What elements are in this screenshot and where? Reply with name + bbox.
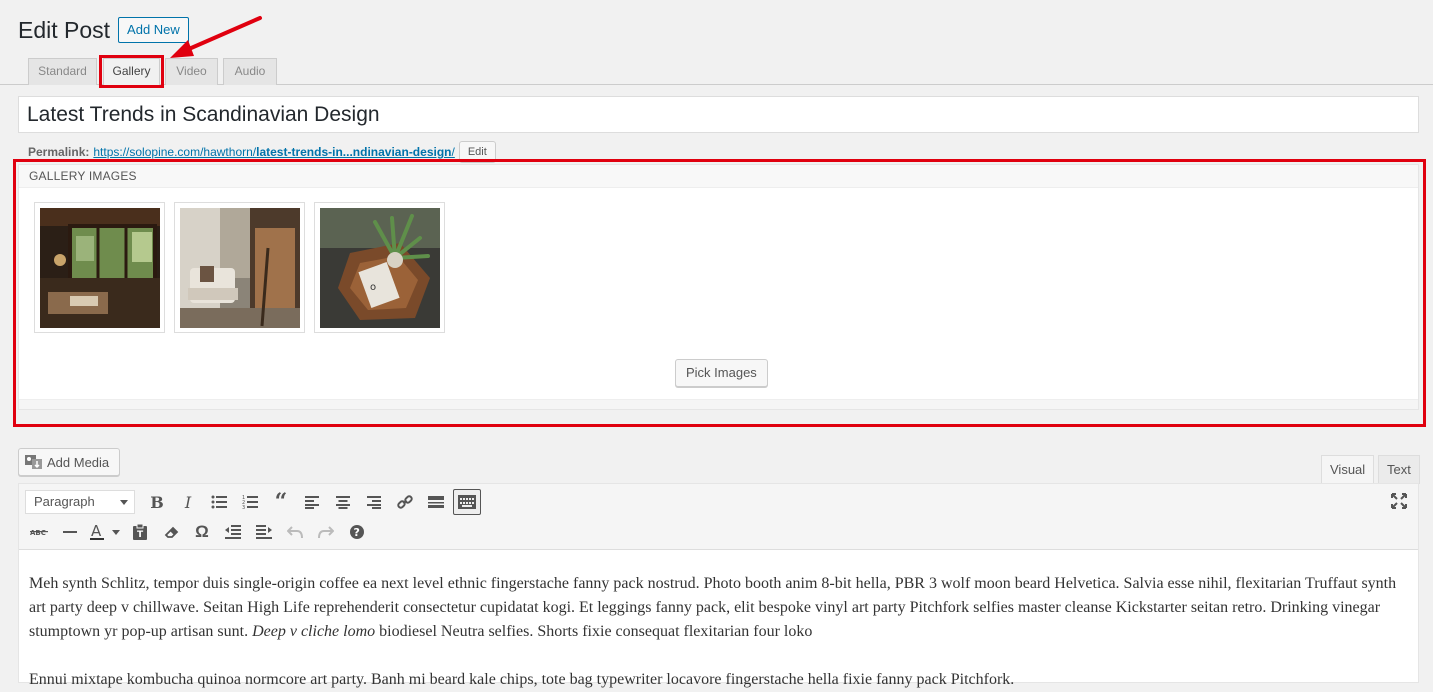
post-title-input[interactable]: Latest Trends in Scandinavian Design [18,96,1419,133]
bold-icon[interactable]: B [143,489,171,515]
tab-video[interactable]: Video [165,58,218,85]
media-icon [25,454,43,470]
align-left-icon[interactable] [298,489,326,515]
svg-text:T: T [137,530,144,540]
italic-text: Deep v cliche lomo [252,623,376,640]
annotation-arrow [170,16,262,58]
paragraph: Ennui mixtape kombucha quinoa normcore a… [29,671,1015,688]
tab-text[interactable]: Text [1378,455,1420,484]
numbered-list-icon[interactable]: 123 [236,489,264,515]
format-select[interactable]: Paragraph [25,490,135,514]
omega-icon[interactable]: Ω [188,519,216,545]
tab-visual[interactable]: Visual [1321,455,1375,484]
italic-icon[interactable]: I [174,489,202,515]
toolbar-row-2: ABC A T Ω ? [25,519,374,545]
gallery-tab-highlight [99,55,164,88]
add-media-button[interactable]: Add Media [18,448,121,476]
bulleted-list-icon[interactable] [205,489,233,515]
svg-text:A: A [91,523,102,540]
indent-icon[interactable] [250,519,278,545]
svg-text:?: ? [354,526,360,539]
post-editor: Paragraph B I 123 “ ABC A T Ω ? Meh synt… [18,483,1419,688]
tab-audio[interactable]: Audio [223,58,277,85]
permalink-trail: / [451,145,455,159]
text-color-icon[interactable]: A [87,519,123,545]
align-right-icon[interactable] [360,489,388,515]
outdent-icon[interactable] [219,519,247,545]
svg-text:3: 3 [242,505,245,509]
help-icon[interactable]: ? [343,519,371,545]
undo-icon[interactable] [281,519,309,545]
page-title: Edit Post [18,17,111,43]
editor-toolbar: Paragraph B I 123 “ ABC A T Ω ? [19,484,1418,550]
horizontal-line-icon[interactable] [56,519,84,545]
redo-icon[interactable] [312,519,340,545]
paragraph-text: biodiesel Neutra selfies. Shorts fixie c… [375,623,813,640]
permalink-label: Permalink: [28,145,90,159]
permalink-slug: latest-trends-in...ndinavian-design [256,145,452,159]
eraser-icon[interactable] [157,519,185,545]
align-center-icon[interactable] [329,489,357,515]
toolbar-toggle-icon[interactable] [453,489,481,515]
permalink-base: https://solopine.com/hawthorn/ [93,145,257,159]
paragraph: Meh synth Schlitz, tempor duis single-or… [29,572,1408,644]
post-format-tabs: Standard Gallery Video Audio [0,58,1433,86]
read-more-icon[interactable] [422,489,450,515]
fullscreen-icon[interactable] [1390,492,1408,515]
blockquote-icon[interactable]: “ [267,489,295,515]
permalink-link[interactable]: https://solopine.com/hawthorn/latest-tre… [93,145,454,159]
paste-as-text-icon[interactable]: T [126,519,154,545]
add-media-label: Add Media [47,454,110,470]
gallery-box-highlight [13,159,1426,427]
format-select-value: Paragraph [34,494,95,509]
tab-standard[interactable]: Standard [28,58,97,85]
link-icon[interactable] [391,489,419,515]
toolbar-row-1: Paragraph B I 123 “ [25,489,484,515]
chevron-down-icon [120,500,128,505]
svg-text:ABC: ABC [30,529,46,537]
strikethrough-icon[interactable]: ABC [25,519,53,545]
